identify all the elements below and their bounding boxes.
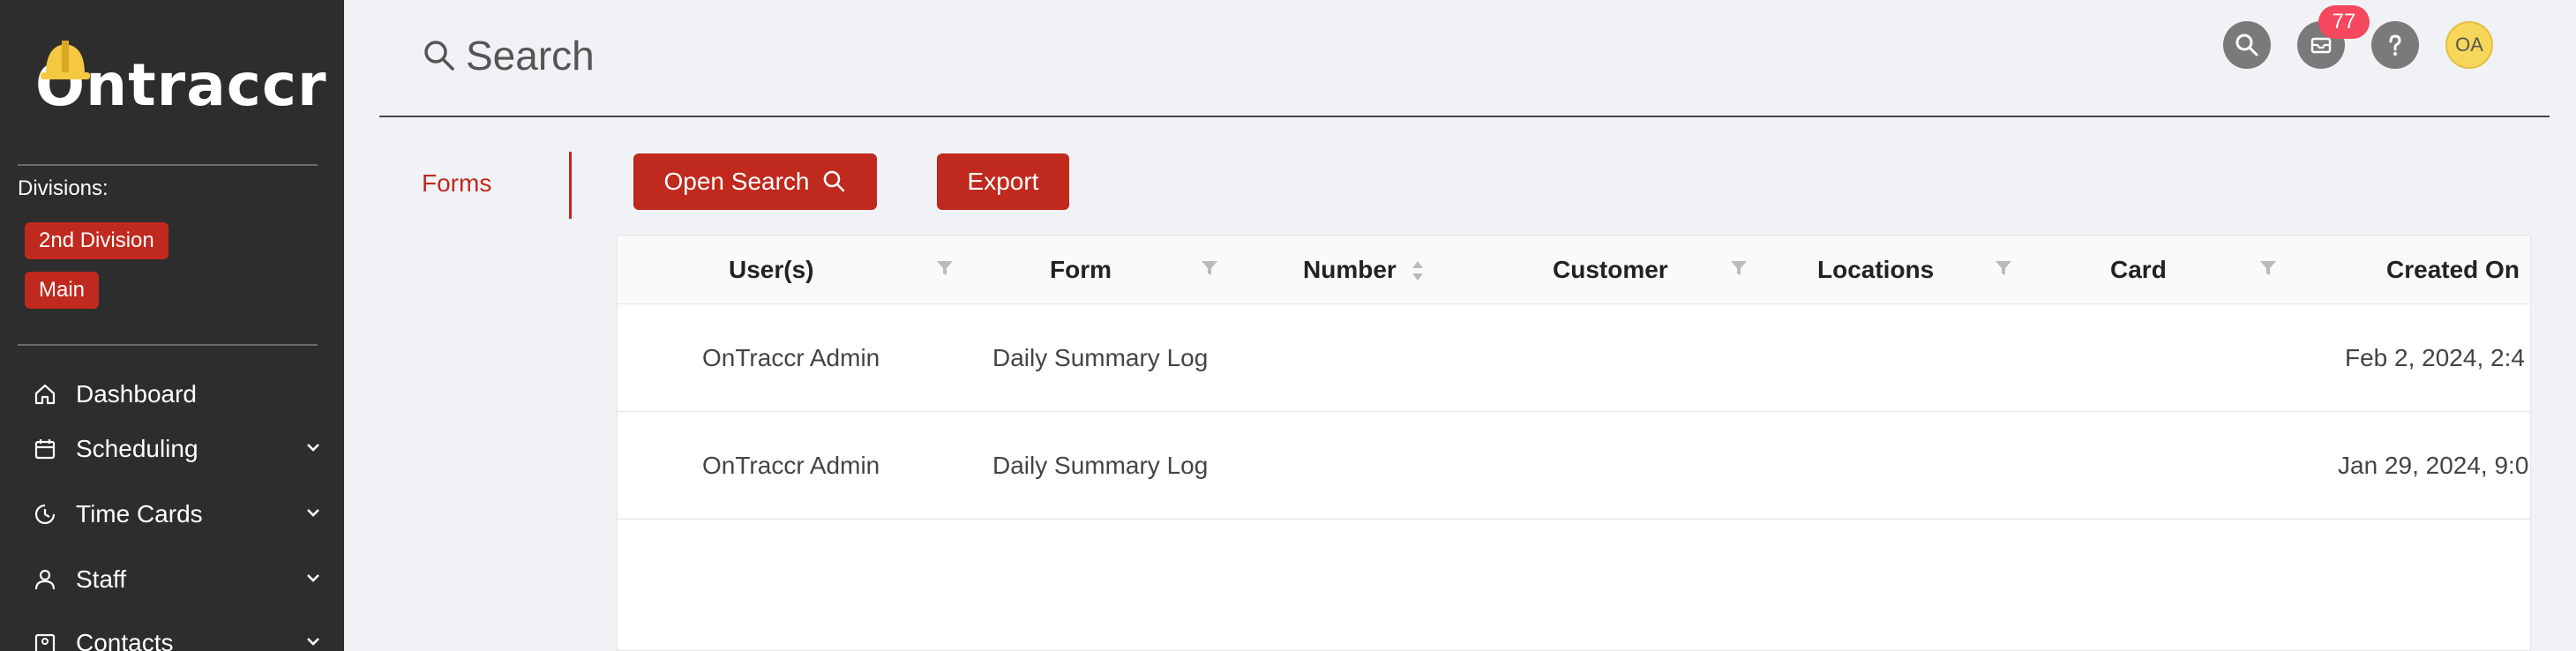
home-icon [32, 381, 58, 408]
clock-icon [32, 501, 58, 528]
open-search-label: Open Search [663, 168, 810, 195]
sort-icon[interactable] [1410, 259, 1426, 282]
division-tag-2nd-division[interactable]: 2nd Division [25, 222, 168, 259]
user-icon [32, 566, 58, 593]
question-icon [2389, 34, 2401, 56]
sidebar-item-label: Time Cards [76, 500, 203, 528]
chevron-down-icon [307, 638, 319, 646]
page-title-text: Search [466, 33, 595, 79]
sidebar-item-contacts[interactable]: Contacts [32, 621, 323, 651]
sidebar-divider [18, 164, 318, 166]
sidebar-item-staff[interactable]: Staff [32, 557, 323, 602]
page-title: Search [422, 32, 595, 79]
sidebar-item-scheduling[interactable]: Scheduling [32, 427, 323, 471]
sidebar-item-label: Scheduling [76, 435, 198, 462]
sidebar-item-label: Contacts [76, 629, 174, 651]
search-icon [424, 41, 454, 71]
export-button[interactable]: Export [937, 153, 1069, 210]
table-header: User(s) Form Number Customer Locations C… [618, 236, 2530, 304]
cell-user: OnTraccr Admin [702, 452, 880, 479]
filter-icon[interactable] [1200, 258, 1219, 278]
chevron-down-icon [307, 509, 319, 517]
sidebar-item-label: Dashboard [76, 380, 197, 408]
header-divider [379, 116, 2550, 117]
sidebar-divider [18, 344, 318, 346]
sidebar: Ontraccr Divisions: 2nd Division Main Da… [0, 0, 344, 651]
cell-created-on: Feb 2, 2024, 2:4 [2345, 344, 2525, 371]
column-header-form[interactable]: Form [1050, 236, 1112, 304]
help-button[interactable] [2371, 21, 2419, 69]
filter-icon[interactable] [935, 258, 955, 278]
filter-icon[interactable] [1994, 258, 2013, 278]
logo[interactable]: Ontraccr [35, 35, 327, 115]
cell-created-on: Jan 29, 2024, 9:0 [2338, 452, 2529, 479]
cell-user: OnTraccr Admin [702, 344, 880, 371]
sidebar-item-time-cards[interactable]: Time Cards [32, 492, 323, 536]
tab-forms[interactable]: Forms [422, 169, 491, 198]
sidebar-item-dashboard[interactable]: Dashboard [32, 372, 323, 416]
column-header-card[interactable]: Card [2110, 236, 2167, 304]
filter-icon[interactable] [1729, 258, 1749, 278]
cell-form: Daily Summary Log [992, 344, 1209, 371]
results-table: User(s) Form Number Customer Locations C… [617, 235, 2531, 651]
table-row[interactable]: OnTraccr Admin Daily Summary Log Feb 2, … [618, 304, 2530, 412]
search-icon [823, 170, 844, 192]
open-search-button[interactable]: Open Search [633, 153, 877, 210]
tab-active-indicator [569, 152, 572, 219]
calendar-icon [32, 436, 58, 462]
contacts-icon [32, 630, 58, 651]
column-header-users[interactable]: User(s) [729, 236, 813, 304]
column-header-number[interactable]: Number [1303, 236, 1397, 304]
chevron-down-icon [307, 574, 319, 582]
sidebar-item-label: Staff [76, 565, 127, 593]
column-header-customer[interactable]: Customer [1553, 236, 1668, 304]
column-header-created-on[interactable]: Created On [2386, 236, 2520, 304]
search-icon [2235, 34, 2258, 56]
avatar[interactable]: OA [2445, 21, 2493, 69]
notification-badge: 77 [2318, 5, 2370, 39]
global-search-button[interactable] [2223, 21, 2271, 69]
column-header-locations[interactable]: Locations [1817, 236, 1934, 304]
division-tag-main[interactable]: Main [25, 272, 100, 309]
chevron-down-icon [307, 444, 319, 452]
table-row[interactable]: OnTraccr Admin Daily Summary Log Jan 29,… [618, 412, 2530, 520]
hard-hat-icon [41, 41, 90, 79]
divisions-label: Divisions: [18, 176, 109, 200]
cell-form: Daily Summary Log [992, 452, 1209, 479]
filter-icon[interactable] [2258, 258, 2278, 278]
